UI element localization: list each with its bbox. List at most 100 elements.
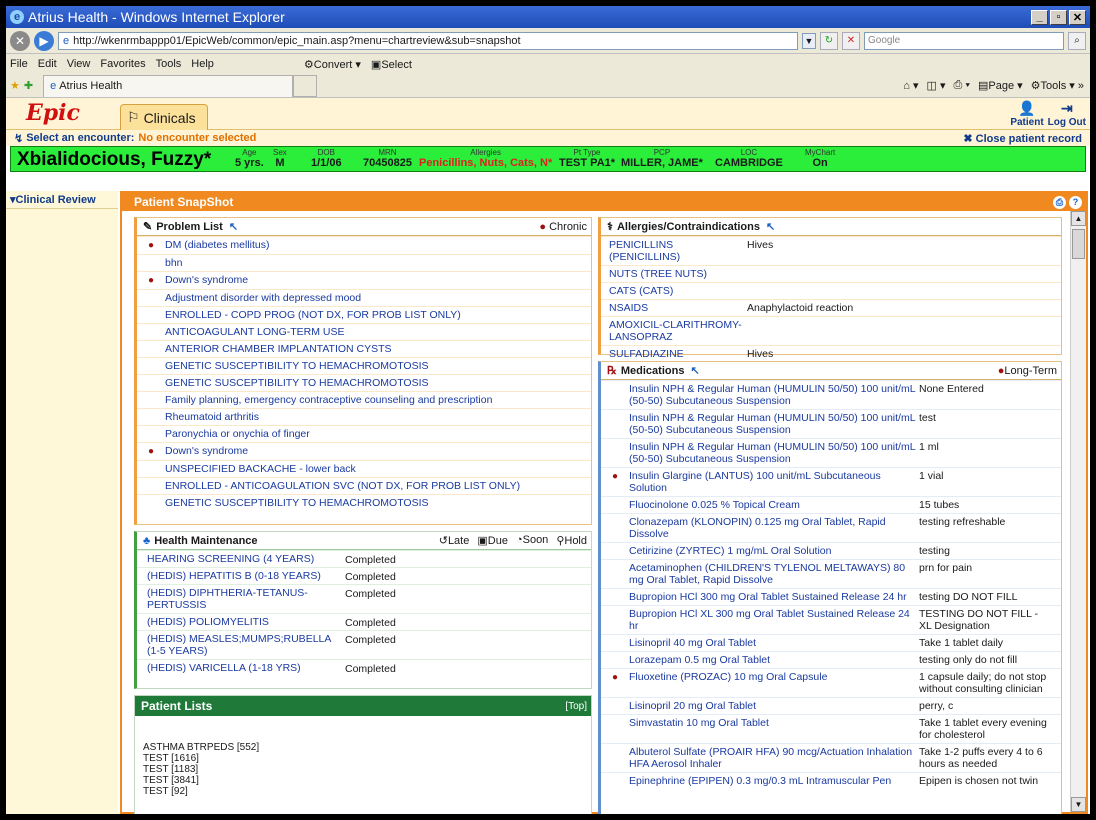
address-field[interactable]: e http://wkenrmbappp01/EpicWeb/common/ep…	[58, 31, 798, 50]
minimize-button[interactable]: _	[1031, 9, 1048, 25]
patient-list-item[interactable]: TEST [3841]	[135, 775, 591, 786]
edit-icon[interactable]: ✎	[143, 220, 152, 233]
medication-item[interactable]: ● Fluoxetine (PROZAC) 10 mg Oral Capsule 1…	[601, 668, 1061, 697]
allergies-jump-icon[interactable]: ↖	[766, 220, 775, 233]
medication-item[interactable]: Bupropion HCl XL 300 mg Oral Tablet Sust…	[601, 605, 1061, 634]
favorites-star-icon[interactable]: ★	[10, 79, 20, 92]
health-maintenance-item[interactable]: (HEDIS) HEPATITIS B (0-18 YEARS) Complete…	[137, 567, 591, 584]
address-dropdown-button[interactable]: ▼	[802, 32, 816, 49]
patient-list-item[interactable]: TEST [1183]	[135, 764, 591, 775]
problem-name[interactable]: Down's syndrome	[165, 443, 248, 457]
medication-item[interactable]: ● Insulin Glargine (LANTUS) 100 unit/mL S…	[601, 467, 1061, 496]
allergy-item[interactable]: PENICILLINS (PENICILLINS) Hives	[601, 236, 1061, 265]
patient-list-item[interactable]: TEST [1616]	[135, 753, 591, 764]
print-icon[interactable]: ⎙ ▾	[954, 79, 970, 92]
close-patient-record-button[interactable]: ✖ Close patient record	[963, 132, 1082, 145]
medication-name[interactable]: Albuterol Sulfate (PROAIR HFA) 90 mcg/Ac…	[629, 744, 919, 772]
medication-name[interactable]: Bupropion HCl XL 300 mg Oral Tablet Sust…	[629, 606, 919, 634]
problem-list-item[interactable]: ● Down's syndrome	[137, 442, 591, 460]
problem-name[interactable]: Paronychia or onychia of finger	[165, 426, 310, 440]
problem-name[interactable]: GENETIC SUSCEPTIBILITY TO HEMACHROMOTOSI…	[165, 358, 429, 372]
medication-item[interactable]: Lisinopril 40 mg Oral Tablet Take 1 table…	[601, 634, 1061, 651]
problem-list-item[interactable]: Adjustment disorder with depressed mood	[137, 289, 591, 306]
tab-clinicals[interactable]: ⚐ Clinicals	[120, 104, 208, 130]
medication-item[interactable]: Fluocinolone 0.025 % Topical Cream 15 tub…	[601, 496, 1061, 513]
problem-list-item[interactable]: ENROLLED - ANTICOAGULATION SVC (NOT DX, …	[137, 477, 591, 494]
scroll-up-button[interactable]: ▲	[1071, 211, 1086, 226]
allergen-name[interactable]: AMOXICIL-CLARITHROMY-LANSOPRAZ	[601, 317, 747, 345]
medication-name[interactable]: Cetirizine (ZYRTEC) 1 mg/mL Oral Solutio…	[629, 543, 919, 559]
scroll-down-button[interactable]: ▼	[1071, 797, 1086, 812]
scroll-thumb[interactable]	[1072, 229, 1085, 259]
health-maintenance-item[interactable]: (HEDIS) MEASLES;MUMPS;RUBELLA (1-5 YEARS…	[137, 630, 591, 659]
problem-list-item[interactable]: GENETIC SUSCEPTIBILITY TO HEMACHROMOTOSI…	[137, 494, 591, 511]
health-maintenance-name[interactable]: (HEDIS) VARICELLA (1-18 YRS)	[137, 660, 345, 676]
medications-jump-icon[interactable]: ↖	[690, 364, 699, 377]
problem-list-item[interactable]: GENETIC SUSCEPTIBILITY TO HEMACHROMOTOSI…	[137, 374, 591, 391]
search-button[interactable]: ⌕	[1068, 31, 1086, 50]
health-maintenance-name[interactable]: (HEDIS) DIPHTHERIA-TETANUS-PERTUSSIS	[137, 585, 345, 613]
medication-name[interactable]: Fluoxetine (PROZAC) 10 mg Oral Capsule	[629, 669, 919, 685]
medication-item[interactable]: Insulin NPH & Regular Human (HUMULIN 50/…	[601, 380, 1061, 409]
medication-name[interactable]: Lorazepam 0.5 mg Oral Tablet	[629, 652, 919, 668]
clinical-review-menu[interactable]: ▾ Clinical Review	[6, 191, 118, 209]
medication-name[interactable]: Lisinopril 40 mg Oral Tablet	[629, 635, 919, 651]
problem-name[interactable]: Adjustment disorder with depressed mood	[165, 290, 361, 304]
problem-list-item[interactable]: ● DM (diabetes mellitus)	[137, 236, 591, 254]
back-button[interactable]: ✕	[10, 30, 30, 51]
page-menu[interactable]: ▤Page ▾	[978, 79, 1023, 92]
health-maintenance-item[interactable]: HEARING SCREENING (4 YEARS) Completed	[137, 550, 591, 567]
medication-name[interactable]: Insulin NPH & Regular Human (HUMULIN 50/…	[629, 439, 919, 467]
medication-item[interactable]: Lisinopril 20 mg Oral Tablet perry, c	[601, 697, 1061, 714]
menu-view[interactable]: View	[67, 58, 91, 70]
allergy-item[interactable]: NSAIDS Anaphylactoid reaction	[601, 299, 1061, 316]
search-input[interactable]: Google	[864, 31, 1064, 50]
tab-atrius-health[interactable]: e Atrius Health	[43, 74, 294, 97]
menu-help[interactable]: Help	[191, 58, 214, 70]
problem-list-jump-icon[interactable]: ↖	[229, 220, 238, 233]
medication-item[interactable]: Insulin NPH & Regular Human (HUMULIN 50/…	[601, 409, 1061, 438]
medication-item[interactable]: Epinephrine (EPIPEN) 0.3 mg/0.3 mL Intra…	[601, 772, 1061, 789]
problem-list-item[interactable]: bhn	[137, 254, 591, 271]
problem-name[interactable]: ANTERIOR CHAMBER IMPLANTATION CYSTS	[165, 341, 392, 355]
problem-list-item[interactable]: GENETIC SUSCEPTIBILITY TO HEMACHROMOTOSI…	[137, 357, 591, 374]
medication-name[interactable]: Bupropion HCl 300 mg Oral Tablet Sustain…	[629, 589, 919, 605]
allergen-name[interactable]: SULFADIAZINE	[601, 346, 747, 362]
allergy-item[interactable]: SULFADIAZINE Hives	[601, 345, 1061, 362]
medication-name[interactable]: Lisinopril 20 mg Oral Tablet	[629, 698, 919, 714]
logout-button[interactable]: ⇥ Log Out	[1048, 100, 1086, 128]
select-button[interactable]: ▣Select	[371, 58, 412, 71]
problem-list-item[interactable]: ● Down's syndrome	[137, 271, 591, 289]
allergen-name[interactable]: NUTS (TREE NUTS)	[601, 266, 747, 282]
medication-name[interactable]: Epinephrine (EPIPEN) 0.3 mg/0.3 mL Intra…	[629, 773, 919, 789]
problem-name[interactable]: GENETIC SUSCEPTIBILITY TO HEMACHROMOTOSI…	[165, 495, 429, 509]
health-maintenance-name[interactable]: (HEDIS) HEPATITIS B (0-18 YEARS)	[137, 568, 345, 584]
new-tab-button[interactable]	[293, 74, 318, 97]
problem-list-item[interactable]: ANTICOAGULANT LONG-TERM USE	[137, 323, 591, 340]
medication-name[interactable]: Fluocinolone 0.025 % Topical Cream	[629, 497, 919, 513]
medication-item[interactable]: Insulin NPH & Regular Human (HUMULIN 50/…	[601, 438, 1061, 467]
problem-list-item[interactable]: Family planning, emergency contraceptive…	[137, 391, 591, 408]
menu-tools[interactable]: Tools	[156, 58, 182, 70]
health-maintenance-item[interactable]: (HEDIS) VARICELLA (1-18 YRS) Completed	[137, 659, 591, 676]
problem-list-item[interactable]: UNSPECIFIED BACKACHE - lower back	[137, 460, 591, 477]
tools-menu[interactable]: ⚙Tools ▾ »	[1031, 79, 1084, 92]
medication-item[interactable]: Lorazepam 0.5 mg Oral Tablet testing only…	[601, 651, 1061, 668]
problem-list-item[interactable]: ENROLLED - COPD PROG (NOT DX, FOR PROB L…	[137, 306, 591, 323]
problem-name[interactable]: ANTICOAGULANT LONG-TERM USE	[165, 324, 345, 338]
convert-button[interactable]: ⚙Convert ▾	[304, 58, 361, 71]
problem-name[interactable]: UNSPECIFIED BACKACHE - lower back	[165, 461, 356, 475]
problem-name[interactable]: bhn	[165, 255, 183, 269]
medication-name[interactable]: Insulin Glargine (LANTUS) 100 unit/mL Su…	[629, 468, 919, 496]
problem-name[interactable]: ENROLLED - ANTICOAGULATION SVC (NOT DX, …	[165, 478, 520, 492]
help-icon[interactable]: ?	[1069, 195, 1082, 209]
menu-favorites[interactable]: Favorites	[100, 58, 145, 70]
problem-name[interactable]: Rheumatoid arthritis	[165, 409, 259, 423]
menu-file[interactable]: File	[10, 58, 28, 70]
refresh-button[interactable]: ↻	[820, 31, 838, 50]
problem-list-item[interactable]: Rheumatoid arthritis	[137, 408, 591, 425]
feeds-icon[interactable]: ◫ ▾	[927, 79, 946, 92]
medication-name[interactable]: Acetaminophen (CHILDREN'S TYLENOL MELTAW…	[629, 560, 919, 588]
allergy-item[interactable]: CATS (CATS)	[601, 282, 1061, 299]
close-button[interactable]: ✕	[1069, 9, 1086, 25]
